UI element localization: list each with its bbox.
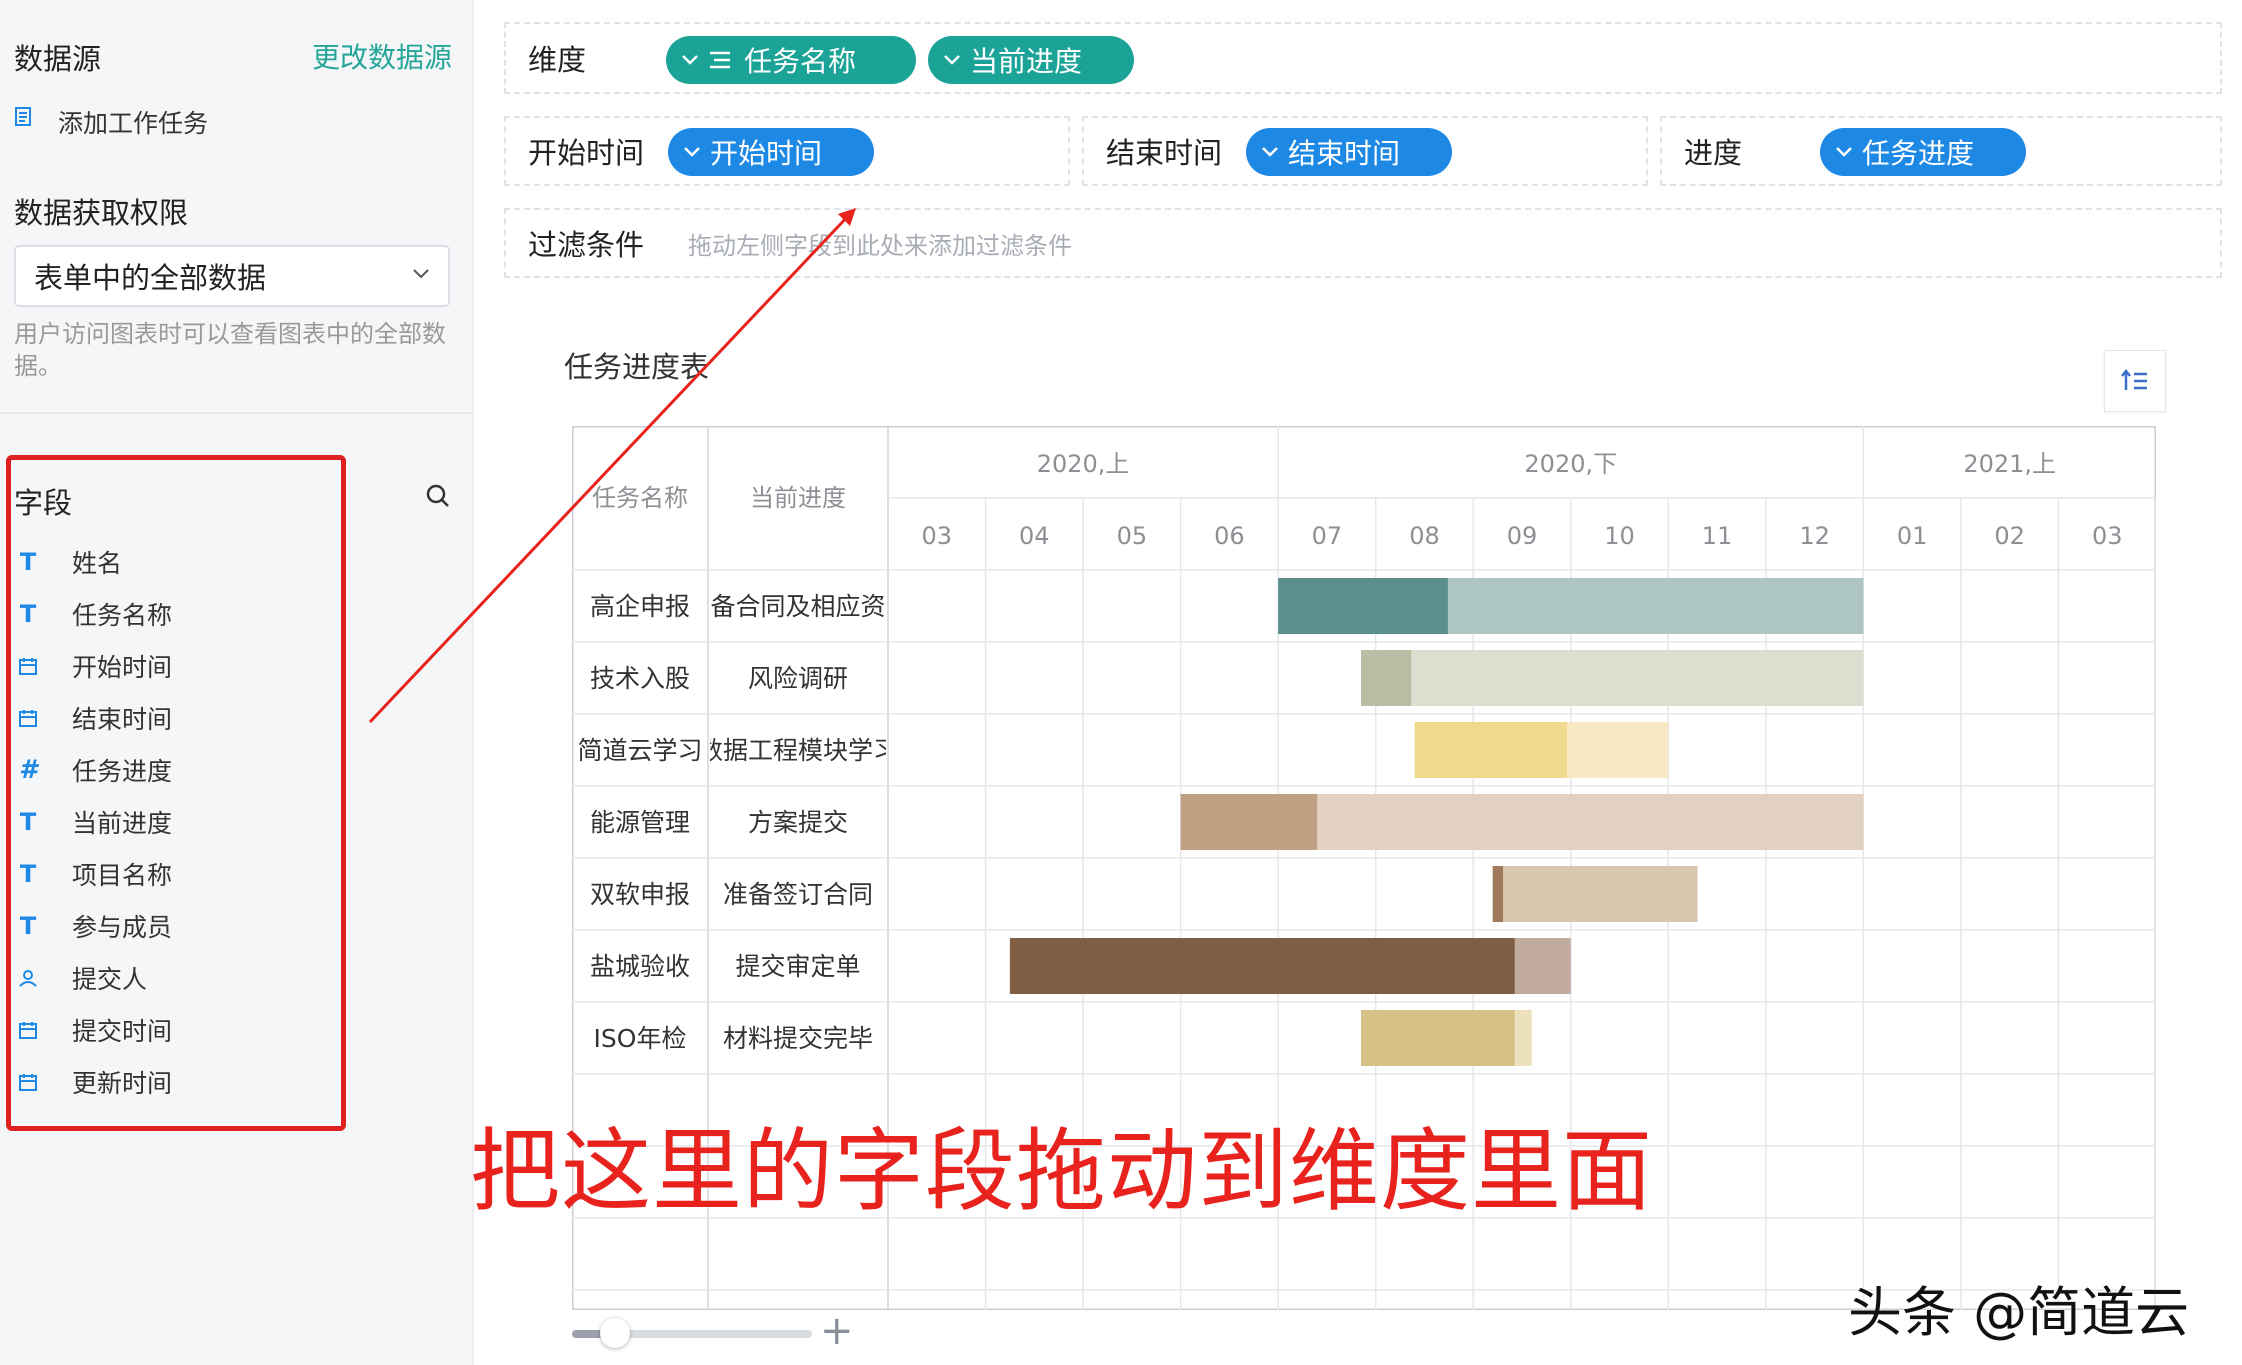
dimension-pill-task[interactable]: 任务名称 <box>666 36 916 84</box>
sort-icon <box>2121 368 2147 390</box>
month-label: 10 <box>1604 522 1635 550</box>
chevron-down-icon <box>1262 147 1278 157</box>
permission-value: 表单中的全部数据 <box>34 261 267 295</box>
start-time-label: 开始时间 <box>528 136 645 170</box>
half-year-label: 2020,上 <box>1037 450 1130 478</box>
column-header-progress: 当前进度 <box>750 484 846 512</box>
datasource-item[interactable]: 添加工作任务 <box>58 104 208 140</box>
end-time-label: 结束时间 <box>1106 136 1223 170</box>
start-time-pill[interactable]: 开始时间 <box>668 128 874 176</box>
zoom-in-icon[interactable]: + <box>820 1308 854 1354</box>
permission-hint: 用户访问图表时可以查看图表中的全部数据。 <box>14 320 446 380</box>
annotation-text: 把这里的字段拖动到维度里面 <box>470 1119 1653 1224</box>
form-icon <box>14 106 38 132</box>
chevron-down-icon <box>1836 147 1852 157</box>
half-year-label: 2020,下 <box>1524 450 1617 478</box>
month-label: 08 <box>1409 522 1440 550</box>
progress-text-cell: 提交审定单 <box>735 952 860 981</box>
datasource-label: 数据源 <box>14 42 102 76</box>
task-name-cell: 能源管理 <box>590 808 690 837</box>
month-label: 06 <box>1214 522 1245 550</box>
dimension-pill-progress[interactable]: 当前进度 <box>928 36 1134 84</box>
dimension-pill-task-label: 任务名称 <box>744 45 857 78</box>
sidebar-divider <box>0 412 472 414</box>
month-label: 05 <box>1117 522 1148 550</box>
highlight-box <box>6 455 346 1131</box>
chevron-down-icon <box>682 55 698 65</box>
task-name-cell: 盐城验收 <box>590 952 690 981</box>
progress-text-cell: 准备签订合同 <box>723 880 873 909</box>
month-label: 11 <box>1702 522 1733 550</box>
gantt-bar-progress <box>1009 938 1515 994</box>
progress-text-cell: 数据工程模块学习 <box>698 736 898 765</box>
task-name-cell: 技术入股 <box>590 664 690 693</box>
month-label: 07 <box>1312 522 1343 550</box>
gantt-bar-progress <box>1414 722 1567 778</box>
progress-label: 进度 <box>1684 136 1743 170</box>
month-label: 02 <box>1994 522 2025 550</box>
start-time-pill-label: 开始时间 <box>710 137 823 170</box>
dimension-pill-progress-label: 当前进度 <box>970 45 1083 78</box>
end-time-pill[interactable]: 结束时间 <box>1246 128 1452 176</box>
progress-text-cell: 材料提交完毕 <box>723 1024 873 1053</box>
progress-pill-label: 任务进度 <box>1862 137 1975 170</box>
month-label: 03 <box>2092 522 2123 550</box>
chevron-down-icon <box>684 147 700 157</box>
filter-hint: 拖动左侧字段到此处来添加过滤条件 <box>688 231 1073 260</box>
watermark: 头条 @简道云 <box>1848 1281 2190 1344</box>
change-datasource-link[interactable]: 更改数据源 <box>312 36 452 76</box>
zoom-slider-knob[interactable] <box>600 1318 630 1348</box>
drag-handle-icon <box>710 51 730 69</box>
progress-text-cell: 准备合同及相应资料 <box>685 592 910 621</box>
gantt-bar <box>1492 866 1698 922</box>
progress-text-cell: 方案提交 <box>748 808 848 837</box>
gantt-bar-progress <box>1180 794 1318 850</box>
task-name-cell: 双软申报 <box>590 880 690 909</box>
gantt-bar-progress <box>1361 1010 1515 1066</box>
filter-label: 过滤条件 <box>528 228 645 262</box>
month-label: 09 <box>1507 522 1538 550</box>
permission-label: 数据获取权限 <box>14 196 189 230</box>
month-label: 01 <box>1897 522 1928 550</box>
permission-select[interactable]: 表单中的全部数据 <box>14 245 450 307</box>
gantt-bar <box>1361 650 1864 706</box>
progress-pill[interactable]: 任务进度 <box>1820 128 2026 176</box>
progress-text-cell: 风险调研 <box>748 664 848 693</box>
gantt-bar-progress <box>1492 866 1503 922</box>
month-label: 03 <box>921 522 952 550</box>
half-year-label: 2021,上 <box>1963 450 2056 478</box>
column-header-task: 任务名称 <box>592 484 688 512</box>
gantt-bar-progress <box>1361 650 1412 706</box>
task-name-cell: ISO年检 <box>594 1024 687 1053</box>
gantt-bar-progress <box>1278 578 1448 634</box>
month-label: 04 <box>1019 522 1050 550</box>
end-time-pill-label: 结束时间 <box>1288 137 1401 170</box>
chart-title: 任务进度表 <box>564 350 710 384</box>
task-name-cell: 高企申报 <box>590 592 690 621</box>
search-icon[interactable] <box>424 482 454 512</box>
chevron-down-icon <box>944 55 960 65</box>
task-name-cell: 简道云学习 <box>577 736 702 765</box>
dimension-label: 维度 <box>528 43 587 77</box>
month-label: 12 <box>1799 522 1830 550</box>
filter-row[interactable]: 过滤条件 拖动左侧字段到此处来添加过滤条件 <box>504 208 2222 278</box>
chevron-down-icon <box>413 269 429 279</box>
sort-button[interactable] <box>2104 350 2166 412</box>
